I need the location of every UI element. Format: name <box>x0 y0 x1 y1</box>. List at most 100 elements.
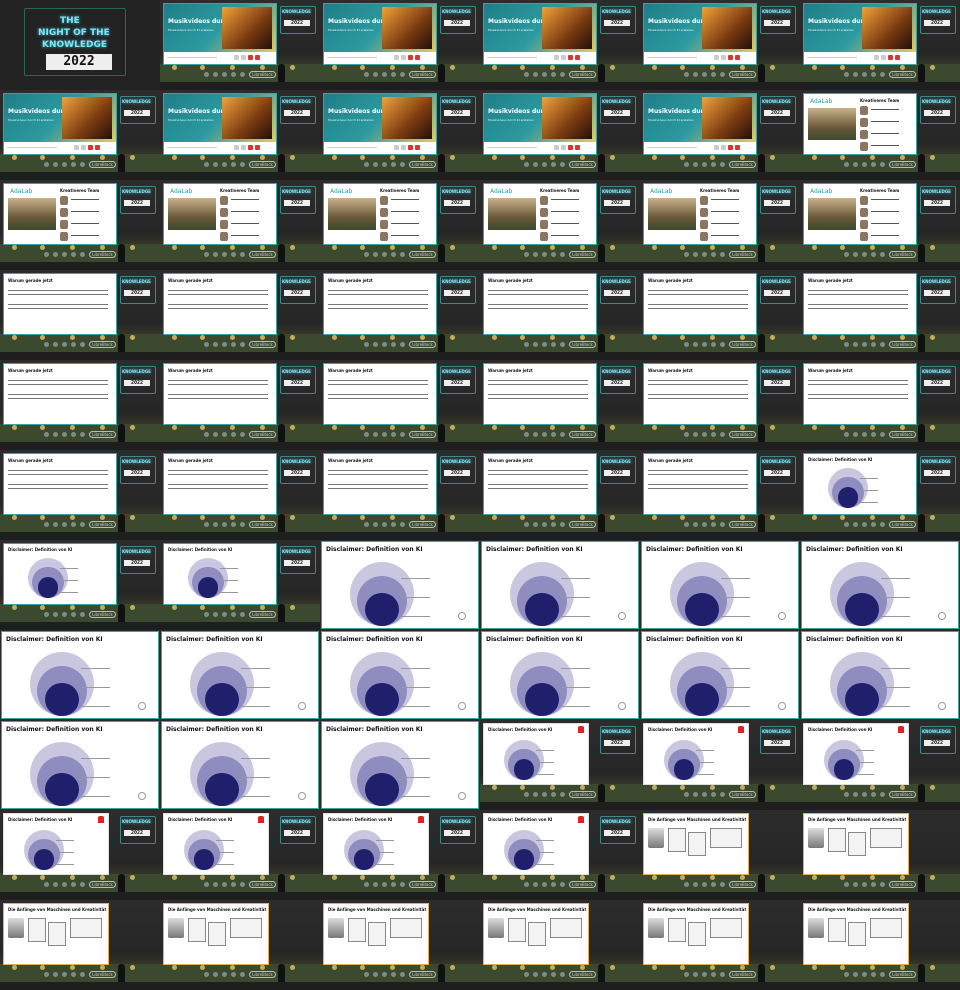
sponsor-logo <box>53 881 59 887</box>
warum-title: Warum gerade jetzt <box>8 278 53 283</box>
control-button <box>575 145 580 150</box>
footer-logos: LibreBlock <box>320 248 480 260</box>
disclaimer-title: Disclaimer: Definition von KI <box>488 727 553 732</box>
sponsor-logo <box>533 431 539 437</box>
sponsor-logo <box>204 251 210 257</box>
anfaenge-title: Die Anfänge von Maschinen und Kreativitä… <box>808 817 907 822</box>
neon-logo-line1: NIGHT OF THE <box>38 28 110 38</box>
ki-label-line <box>561 597 590 599</box>
ki-label-line <box>856 750 874 751</box>
sponsor-logo <box>684 161 690 167</box>
team-member-portrait <box>860 130 868 139</box>
warum-title: Warum gerade jetzt <box>8 458 53 463</box>
portrait-sketch <box>168 918 184 938</box>
sponsor-logo <box>400 971 406 977</box>
ki-label-line <box>881 668 910 669</box>
video-thumbnail: KNOWLEDGE 2022 LibreBlock Musikvideos durch… <box>160 0 320 90</box>
warum-quote-line <box>8 398 108 399</box>
sponsor-logo <box>524 431 530 437</box>
neon-sign-year: 2022 <box>604 470 630 476</box>
sponsor-logo <box>364 521 370 527</box>
slide: Disclaimer: Definition von KI <box>804 724 908 784</box>
video-thumbnail: KNOWLEDGE 2022 LibreBlock Musikvideos durch… <box>320 0 480 90</box>
slide: Disclaimer: Definition von KI <box>164 814 268 874</box>
sponsor-logo <box>702 521 708 527</box>
sponsor-logo <box>880 161 886 167</box>
ki-circle-inner <box>33 849 55 870</box>
ki-label-line <box>401 597 430 599</box>
video-thumbnail: Disclaimer: Definition von KI <box>320 630 480 720</box>
team-member-name <box>231 223 259 224</box>
adalab-logo: AdaLab <box>810 188 833 195</box>
team-title: Kreativeres Team <box>540 188 580 193</box>
sponsor-logo <box>542 881 548 887</box>
sponsor-logo <box>720 431 726 437</box>
concert-photo <box>542 7 592 49</box>
neon-sign-year: 2022 <box>284 200 310 206</box>
sponsor-logo <box>213 611 219 617</box>
slide: Die Anfänge von Maschinen und Kreativitä… <box>324 904 428 964</box>
video-thumbnail: KNOWLEDGE 2022 LibreBlock AdaLab Kreativeres… <box>800 90 960 180</box>
team-member-name <box>391 199 419 200</box>
video-thumbnail: KNOWLEDGE 2022 LibreBlock Disclaimer: Defin… <box>480 720 640 810</box>
siren-icon <box>98 816 104 823</box>
meeting-controls <box>554 145 580 150</box>
sponsor-logo <box>53 611 59 617</box>
footer-logos: LibreBlock <box>160 878 320 890</box>
sponsor-logo <box>551 431 557 437</box>
disclaimer-title: Disclaimer: Definition von KI <box>8 817 73 822</box>
sponsor-logo <box>62 611 68 617</box>
team-photo <box>8 198 56 230</box>
slide: Warum gerade jetzt <box>324 364 436 424</box>
sponsor-logo <box>204 161 210 167</box>
video-thumbnail: KNOWLEDGE 2022 LibreBlock Warum gerade jetz… <box>320 450 480 540</box>
slide: Disclaimer: Definition von KI <box>804 454 916 514</box>
control-button <box>568 55 573 60</box>
sponsor-logo <box>684 71 690 77</box>
footer-logos: LibreBlock <box>160 248 320 260</box>
disclaimer-title: Disclaimer: Definition von KI <box>808 727 873 732</box>
sponsor-logo <box>880 431 886 437</box>
control-button <box>568 145 573 150</box>
warum-title: Warum gerade jetzt <box>488 458 533 463</box>
warum-quote-line <box>648 308 748 309</box>
ki-label-line <box>401 578 430 579</box>
sponsor-logo <box>844 431 850 437</box>
footer-logos: LibreBlock <box>160 68 320 80</box>
siren-icon <box>578 726 584 733</box>
sponsor-logo <box>53 431 59 437</box>
ki-circle-inner <box>513 759 535 780</box>
warum-quote-line <box>648 380 748 381</box>
video-thumbnail: KNOWLEDGE 2022 LibreBlock Disclaimer: Defin… <box>320 810 480 900</box>
team-member-portrait <box>860 142 868 151</box>
url-bar <box>487 147 537 148</box>
team-member-name <box>391 235 419 236</box>
ki-label-line <box>860 478 878 479</box>
ki-label-line <box>81 777 110 779</box>
video-thumbnail: Disclaimer: Definition von KI <box>160 630 320 720</box>
team-member-portrait <box>380 208 388 217</box>
sponsor-logo <box>684 251 690 257</box>
sponsor-logo <box>542 71 548 77</box>
footer-logos: LibreBlock <box>800 878 960 890</box>
warum-quote-line <box>488 394 588 395</box>
disclaimer-title: Disclaimer: Definition von KI <box>6 636 103 643</box>
neon-sign-year: 2022 <box>284 290 310 296</box>
video-thumbnail: KNOWLEDGE 2022 LibreBlock Disclaimer: Defin… <box>640 720 800 810</box>
sponsor-logo <box>400 161 406 167</box>
slide: Disclaimer: Definition von KI <box>802 542 958 628</box>
stage-floor <box>160 532 320 540</box>
machine-sketch <box>668 828 686 852</box>
video-thumbnail: KNOWLEDGE 2022 LibreBlock Warum gerade jetz… <box>640 270 800 360</box>
stage-floor <box>640 172 800 180</box>
footer-logos: LibreBlock <box>640 788 800 800</box>
ki-label-line <box>561 706 590 708</box>
sponsor-logo <box>53 341 59 347</box>
musik-subtitle: Musikvideos durch KI erstellen <box>8 118 54 122</box>
meeting-controls <box>714 145 740 150</box>
brand-logo: LibreBlock <box>889 340 916 348</box>
slide: Die Anfänge von Maschinen und Kreativitä… <box>644 904 748 964</box>
neon-sign-text: KNOWLEDGE <box>602 99 631 104</box>
footer-logos: LibreBlock <box>800 158 960 170</box>
sponsor-logo <box>702 71 708 77</box>
